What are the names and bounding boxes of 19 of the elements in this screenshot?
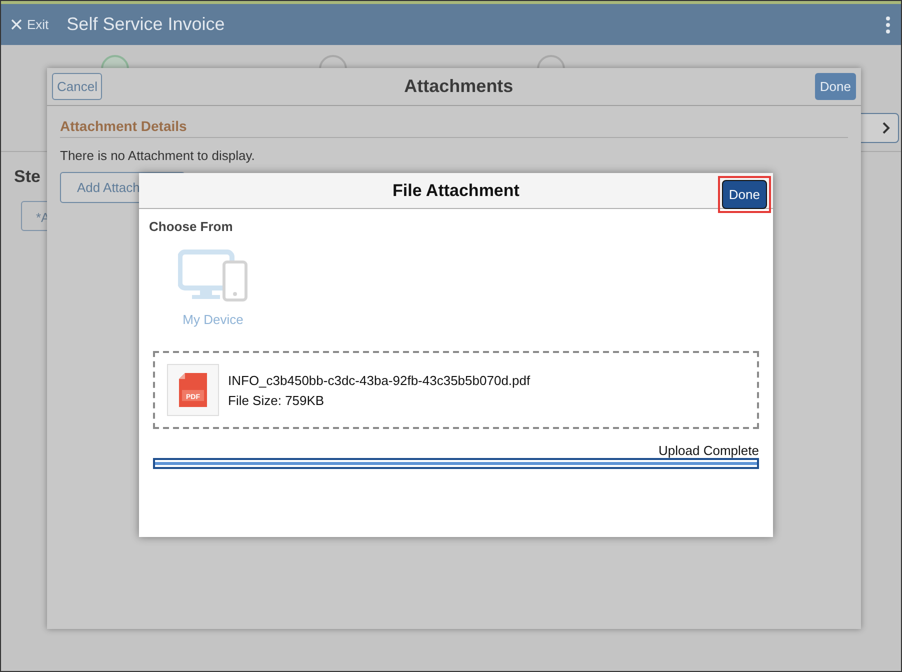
section-title: Attachment Details — [60, 118, 848, 138]
modal-title: Attachments — [404, 76, 514, 97]
done-button[interactable]: Done — [722, 180, 767, 209]
section-heading: Ste — [14, 167, 40, 187]
my-device-button[interactable]: My Device — [163, 248, 263, 327]
more-options-icon[interactable] — [885, 16, 891, 34]
close-icon — [11, 19, 22, 30]
choose-from-label: Choose From — [149, 219, 234, 234]
cancel-button[interactable]: Cancel — [52, 73, 102, 100]
devices-icon — [178, 248, 248, 304]
file-size: File Size: 759KB — [228, 392, 326, 408]
chevron-right-icon — [882, 122, 890, 134]
done-button[interactable]: Done — [814, 73, 856, 100]
exit-button[interactable]: Exit — [11, 17, 49, 32]
empty-message: There is no Attachment to display. — [60, 148, 256, 163]
upload-status: Upload Complete — [658, 443, 759, 458]
file-name: INFO_c3b450bb-c3dc-43ba-92fb-43c35b5b070d.pdf — [228, 372, 530, 388]
dialog-title: File Attachment — [392, 180, 520, 200]
page-title: Self Service Invoice — [66, 14, 226, 35]
